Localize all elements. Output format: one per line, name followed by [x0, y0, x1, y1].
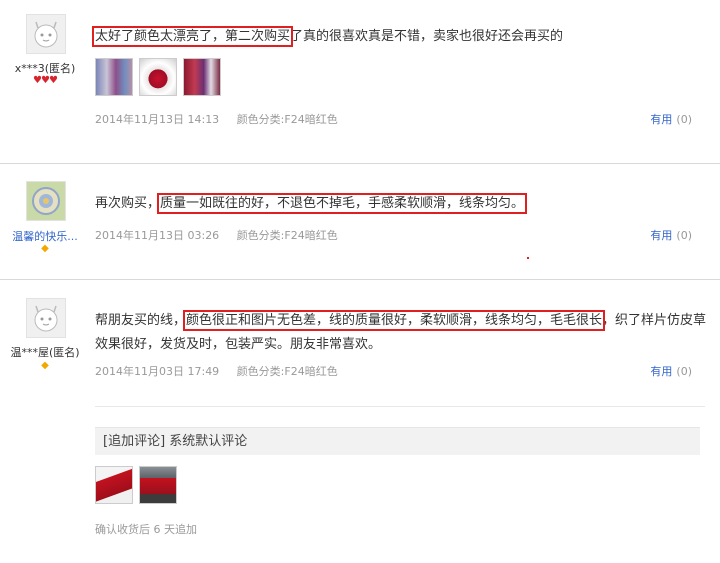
default-avatar-icon [34, 21, 58, 48]
review-photos [95, 58, 227, 100]
review-text: 太好了颜色太漂亮了，第二次购买了真的很喜欢真是不错，卖家也很好还会再买的 [91, 25, 710, 49]
highlighted-text: 太好了颜色太漂亮了，第二次购买 [91, 26, 294, 47]
buyer-level-diamond: ◆ [0, 360, 90, 371]
review-item: x***3(匿名) ♥♥♥ 太好了颜色太漂亮了，第二次购买了真的很喜欢真是不错，… [0, 0, 720, 160]
append-timing-note: 确认收货后 6 天追加 [95, 523, 197, 536]
useful-count: (0) [676, 113, 692, 126]
highlighted-text: 颜色很正和图片无色差，线的质量很好，柔软顺滑，线条均匀，毛毛很长 [183, 310, 606, 331]
review-item: 温***屋(匿名) ◆ 帮朋友买的线，颜色很正和图片无色差，线的质量很好，柔软顺… [0, 280, 720, 563]
diamond-icon: ◆ [41, 243, 49, 254]
review-text-part: 了真的很喜欢真是不错，卖家也很好还会再买的 [290, 29, 564, 44]
username: 温***屋(匿名) [10, 346, 80, 359]
product-variant: 颜色分类:F24暗红色 [236, 229, 338, 242]
review-item: 温馨的快乐... ◆ 再次购买，质量一如既往的好，不退色不掉毛，手感柔软顺滑，线… [0, 164, 720, 279]
default-avatar-icon [34, 305, 58, 332]
buyer-level-hearts: ♥♥♥ [0, 75, 90, 86]
photo-thumbnail[interactable] [183, 58, 221, 96]
useful-button[interactable]: 有用 [650, 113, 672, 126]
buyer-level-diamond: ◆ [0, 243, 90, 254]
username: x***3(匿名) [14, 62, 76, 75]
photo-thumbnail[interactable] [95, 466, 133, 504]
username[interactable]: 温馨的快乐... [0, 228, 90, 244]
appended-review-header: [追加评论] 系统默认评论 [95, 427, 700, 455]
appended-photos [95, 466, 183, 508]
useful-button[interactable]: 有用 [650, 229, 672, 242]
append-divider [95, 406, 705, 407]
photo-thumbnail[interactable] [95, 58, 133, 96]
review-meta: 2014年11月13日 14:13 颜色分类:F24暗红色 [95, 111, 352, 127]
useful-vote[interactable]: 有用 (0) [650, 111, 692, 127]
review-meta: 2014年11月13日 03:26 颜色分类:F24暗红色 [95, 227, 352, 243]
avatar[interactable] [26, 181, 66, 221]
useful-count: (0) [676, 365, 692, 378]
review-text-part: 再次购买， [95, 196, 161, 211]
stray-mark [527, 257, 529, 259]
useful-vote[interactable]: 有用 (0) [650, 227, 692, 243]
review-text-part: 帮朋友买的线， [95, 313, 187, 328]
photo-thumbnail[interactable] [139, 466, 177, 504]
highlighted-text: 质量一如既往的好，不退色不掉毛，手感柔软顺滑，线条均匀。 [157, 193, 528, 214]
review-text: 再次购买，质量一如既往的好，不退色不掉毛，手感柔软顺滑，线条均匀。 [95, 192, 710, 216]
review-date: 2014年11月03日 17:49 [95, 365, 220, 378]
avatar[interactable] [26, 298, 66, 338]
useful-count: (0) [676, 229, 692, 242]
review-text: 帮朋友买的线，颜色很正和图片无色差，线的质量很好，柔软顺滑，线条均匀，毛毛很长，… [95, 309, 710, 357]
avatar[interactable] [26, 14, 66, 54]
useful-button[interactable]: 有用 [650, 365, 672, 378]
review-date: 2014年11月13日 03:26 [95, 229, 220, 242]
useful-vote[interactable]: 有用 (0) [650, 363, 692, 379]
photo-thumbnail[interactable] [139, 58, 177, 96]
review-date: 2014年11月13日 14:13 [95, 113, 220, 126]
product-variant: 颜色分类:F24暗红色 [236, 365, 338, 378]
review-meta: 2014年11月03日 17:49 颜色分类:F24暗红色 [95, 363, 352, 379]
product-variant: 颜色分类:F24暗红色 [236, 113, 338, 126]
flower-avatar-icon [27, 182, 65, 220]
diamond-icon: ◆ [41, 360, 49, 371]
heart-icon: ♥♥♥ [33, 75, 58, 86]
